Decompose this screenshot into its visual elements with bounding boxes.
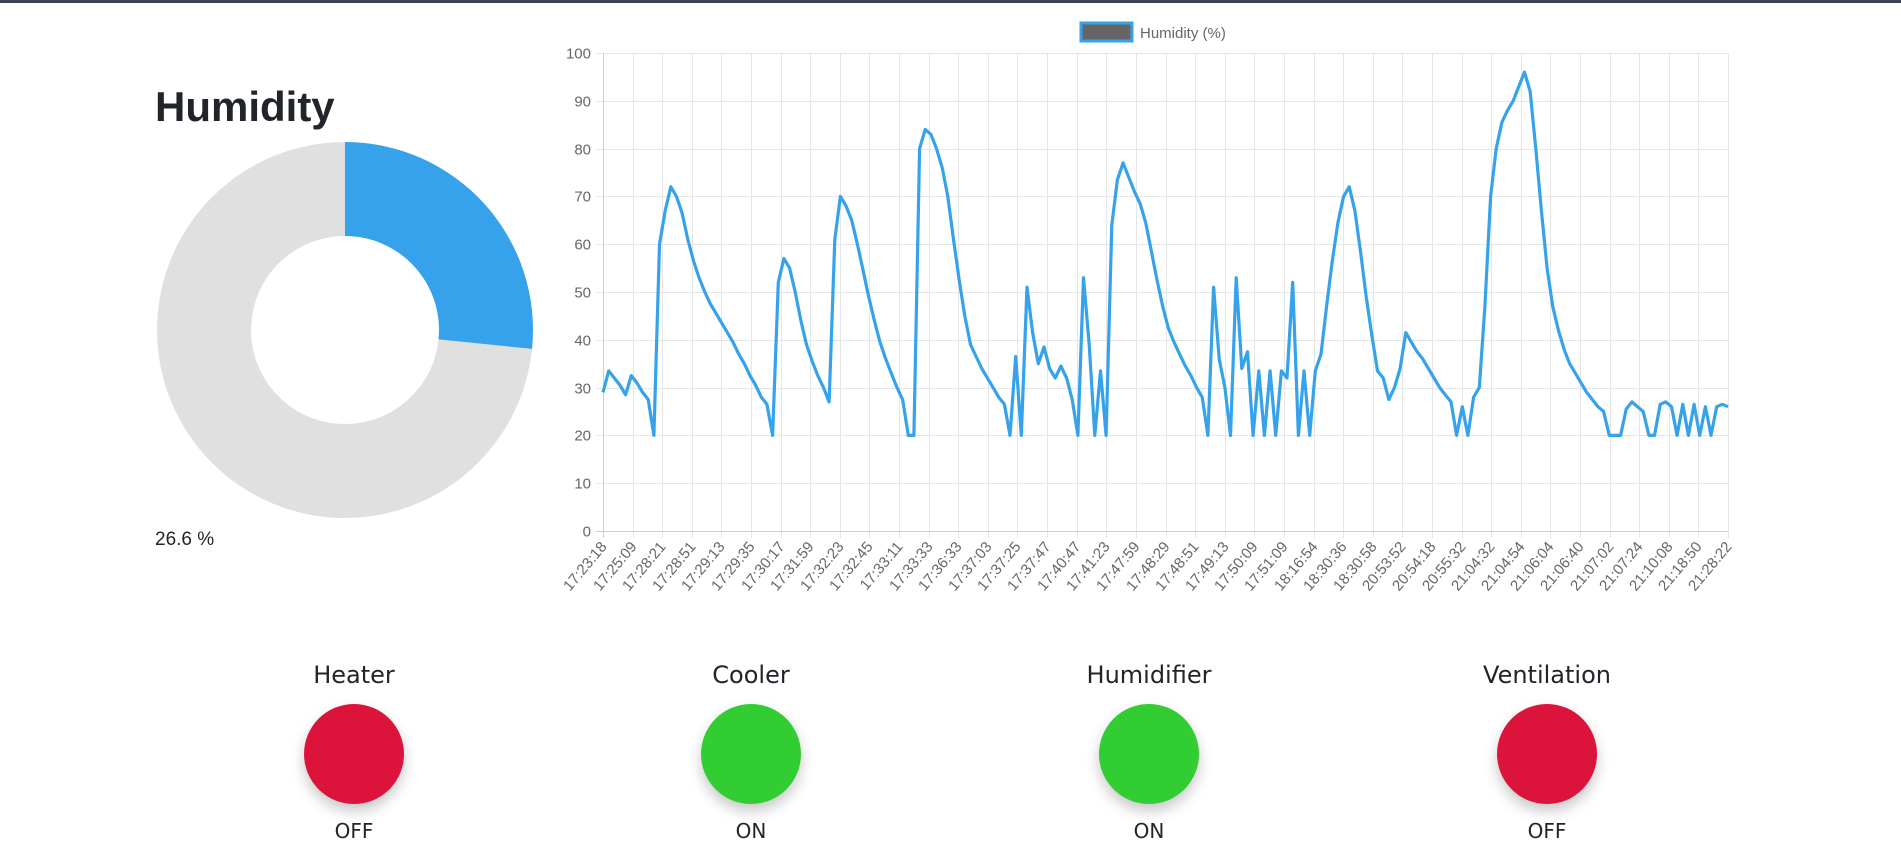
y-tick-label: 10: [574, 476, 591, 493]
y-tick-label: 80: [574, 142, 591, 159]
humidity-line-chart: 0 10 20 30 40 50 60 70 80 90 100 17:23:1817:25:091…: [560, 21, 1736, 595]
device-title: Cooler: [712, 661, 790, 689]
y-axis-ticks: 0 10 20 30 40 50 60 70 80 90 100: [566, 46, 591, 541]
y-tick-label: 20: [574, 428, 591, 445]
y-tick-label: 60: [574, 237, 591, 254]
device-status-label: OFF: [334, 819, 374, 843]
y-tick-label: 90: [574, 94, 591, 111]
device-status-lamp[interactable]: [701, 704, 801, 804]
y-tick-label: 40: [574, 333, 591, 350]
legend-label: Humidity (%): [1140, 25, 1226, 42]
y-tick-label: 70: [574, 189, 591, 206]
device-status-label: OFF: [1527, 819, 1567, 843]
device-ventilation: Ventilation OFF: [1427, 655, 1667, 844]
device-humidifier: Humidifier ON: [1029, 655, 1269, 844]
device-title: Ventilation: [1483, 661, 1611, 689]
device-status-label: ON: [735, 819, 767, 843]
device-title: Humidifier: [1086, 661, 1212, 689]
chart-grid: [596, 53, 1729, 538]
device-title: Heater: [313, 661, 395, 689]
device-status-lamp[interactable]: [304, 704, 404, 804]
y-tick-label: 50: [574, 285, 591, 302]
device-heater: Heater OFF: [234, 655, 474, 844]
legend-color-box: [1079, 21, 1134, 43]
device-cooler: Cooler ON: [631, 655, 871, 844]
chart-legend[interactable]: Humidity (%): [1079, 21, 1226, 43]
x-axis-ticks: 17:23:1817:25:0917:28:2117:28:5117:29:13…: [560, 539, 1736, 595]
y-tick-label: 30: [574, 381, 591, 398]
y-tick-label: 0: [583, 524, 591, 541]
device-status-lamp[interactable]: [1497, 704, 1597, 804]
series-line-humidity: [601, 70, 1729, 437]
device-status-label: ON: [1133, 819, 1165, 843]
y-tick-label: 100: [566, 46, 591, 63]
device-status-lamp[interactable]: [1099, 704, 1199, 804]
